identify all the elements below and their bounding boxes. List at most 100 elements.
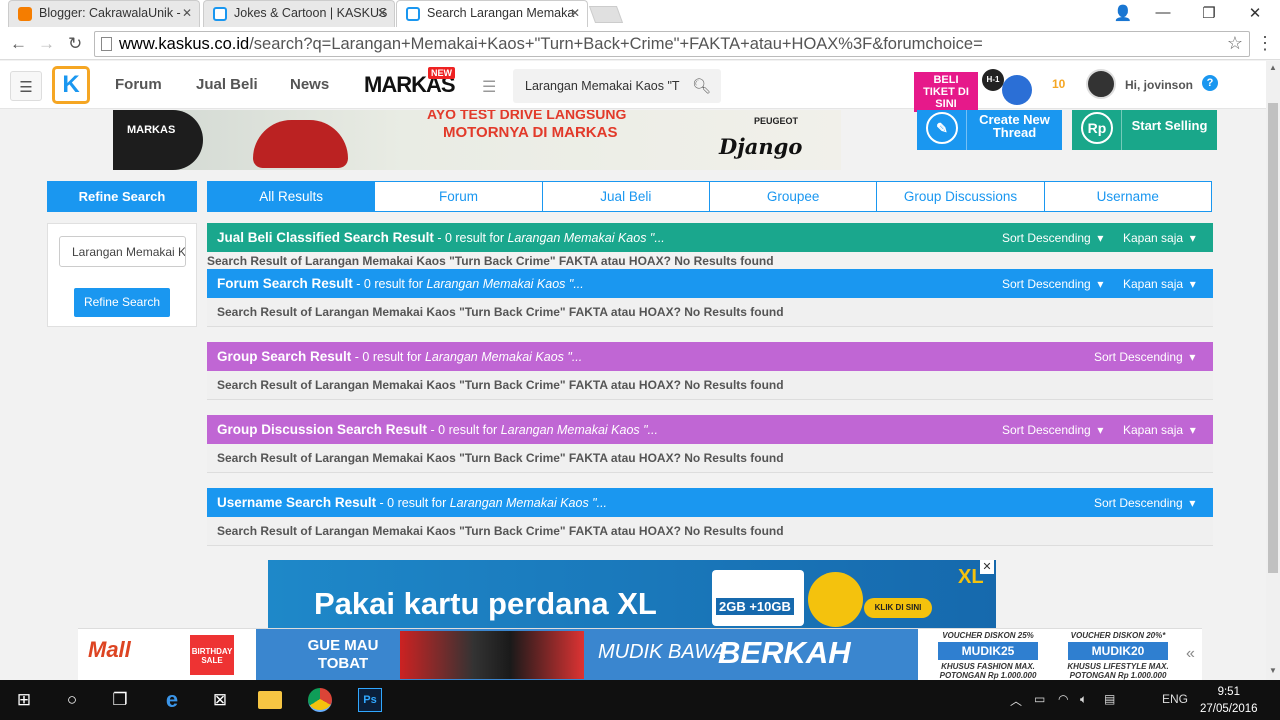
menu-lines-icon[interactable]: ☰ [482,77,496,97]
ticket-promo[interactable]: BELI TIKET DI SINI H-1 [914,69,1034,112]
file-explorer-icon[interactable] [258,691,282,709]
sort-label: Sort Descending [1002,423,1091,437]
user-greeting[interactable]: Hi, jovinson [1125,78,1193,92]
new-tab-button[interactable] [588,6,624,23]
peugeot-label: PEUGEOT [753,116,798,126]
blogger-icon [18,7,32,21]
bookmark-star-icon[interactable]: ☆ [1227,33,1243,54]
tab-forum[interactable]: Forum [374,182,541,211]
windows-start-icon[interactable]: ⊞ [12,688,36,712]
section-title: Group Search Result [217,349,352,364]
time-dropdown[interactable]: Kapan saja ▾ [1123,277,1196,291]
xl-banner-ad[interactable]: Pakai kartu perdana XL 2GB +10GB KLIK DI… [268,560,996,630]
header-search-input[interactable]: Larangan Memakai Kaos "T 🔍︎ [513,69,721,103]
volume-icon[interactable]: 🔈︎ [1080,692,1087,707]
sort-dropdown[interactable]: Sort Descending ▾ [1002,423,1103,437]
nav-jual-beli[interactable]: Jual Beli [196,76,258,93]
hamburger-menu-icon[interactable]: ☰ [10,71,42,101]
banner-line-2: MOTORNYA DI MARKAS [443,124,618,141]
close-tab-icon[interactable]: ✕ [182,6,192,20]
jual-beli-result-message: Search Result of Larangan Memakai Kaos "… [207,254,774,268]
create-thread-button[interactable]: ✎ Create New Thread [917,110,1062,150]
notifications-icon[interactable]: ▤ [1104,692,1115,706]
address-bar[interactable]: www.kaskus.co.id/search?q=Larangan+Memak… [94,31,1250,57]
close-window-icon[interactable]: ✕ [1232,0,1278,26]
xl-badge-circle [808,572,863,627]
xl-ad-headline: Pakai kartu perdana XL [314,586,657,621]
nav-news[interactable]: News [290,76,329,93]
url-domain: www.kaskus.co.id [119,35,250,53]
rupiah-icon: Rp [1081,112,1113,144]
tray-expand-icon[interactable]: ︿ [1010,692,1022,709]
new-badge: NEW [428,67,455,79]
page-icon [101,37,112,51]
chrome-icon[interactable] [308,688,332,712]
close-tab-icon[interactable]: ✕ [570,6,580,20]
windows-taskbar: ⊞ ○ ❐ e ⊠ Ps ︿ ▭ ◠ 🔈︎ ▤ ENG 9:51 27/05/2… [0,680,1280,720]
search-icon[interactable]: 🔍︎ [692,77,711,95]
wifi-icon[interactable]: ◠ [1058,692,1068,706]
notification-count[interactable]: 10 [1052,77,1065,91]
start-selling-button[interactable]: Rp Start Selling [1072,110,1217,150]
start-selling-label: Start Selling [1131,118,1208,133]
birthday-sale-badge: BIRTHDAY SALE [190,635,234,675]
refine-search-button[interactable]: Refine Search [74,288,170,317]
browser-menu-icon[interactable]: ⋮ [1256,33,1274,54]
store-icon[interactable]: ⊠ [208,688,232,712]
sort-dropdown[interactable]: Sort Descending ▾ [1094,350,1195,364]
tab-all-results[interactable]: All Results [208,182,375,211]
tab-jual-beli[interactable]: Jual Beli [541,182,709,211]
kaskus-icon [406,7,420,21]
markas-banner-ad[interactable]: MARKAS AYO TEST DRIVE LANGSUNG MOTORNYA … [113,110,841,170]
time-dropdown[interactable]: Kapan saja ▾ [1123,231,1196,245]
back-icon[interactable]: ← [10,34,27,54]
voucher-25[interactable]: VOUCHER DISKON 25% MUDIK25 KHUSUS FASHIO… [924,631,1052,680]
time-label: Kapan saja [1123,277,1184,291]
tab-username[interactable]: Username [1043,182,1211,211]
forward-icon[interactable]: → [38,34,55,54]
photoshop-icon[interactable]: Ps [358,688,382,712]
scroll-up-icon[interactable]: ▲ [1269,63,1277,72]
scrollbar-thumb[interactable] [1268,103,1278,573]
matahari-mall-ad[interactable]: Mall BIRTHDAY SALE GUE MAU TOBAT MUDIK B… [78,628,1202,680]
browser-tab-blogger[interactable]: Blogger: CakrawalaUnik - · ✕ [8,0,200,27]
sort-dropdown[interactable]: Sort Descending ▾ [1094,496,1195,510]
avatar[interactable] [1086,69,1116,99]
language-indicator[interactable]: ENG [1162,692,1188,706]
reload-icon[interactable]: ↻ [68,34,82,54]
caret-down-icon: ▾ [1097,231,1104,245]
sort-dropdown[interactable]: Sort Descending ▾ [1002,277,1103,291]
clock[interactable]: 9:51 27/05/2016 [1200,684,1258,718]
close-ad-icon[interactable]: ✕ [980,560,994,574]
time-dropdown[interactable]: Kapan saja ▾ [1123,423,1196,437]
caret-down-icon: ▾ [1189,277,1196,291]
edge-icon[interactable]: e [160,688,184,712]
task-view-icon[interactable]: ❐ [108,688,132,712]
browser-tab-search[interactable]: Search Larangan Memaka ✕ [396,0,588,27]
search-icon[interactable]: ○ [60,688,84,712]
sort-dropdown[interactable]: Sort Descending ▾ [1002,231,1103,245]
tab-groupee[interactable]: Groupee [708,182,876,211]
nav-forum[interactable]: Forum [115,76,162,93]
xl-click-button[interactable]: KLIK DI SINI [864,598,932,618]
close-tab-icon[interactable]: ✕ [377,6,387,20]
kaskus-icon [213,7,227,21]
help-icon[interactable]: ? [1202,75,1218,91]
tab-group-discussions[interactable]: Group Discussions [876,182,1043,211]
refine-search-input[interactable]: Larangan Memakai Kaos [59,236,186,267]
section-title: Jual Beli Classified Search Result [217,230,434,245]
time-label: Kapan saja [1123,423,1184,437]
scroll-down-icon[interactable]: ▼ [1269,666,1277,675]
browser-tab-jokes[interactable]: Jokes & Cartoon | KASKUS ✕ [203,0,395,27]
restore-icon[interactable]: ❐ [1186,0,1232,26]
browser-tab-bar: Blogger: CakrawalaUnik - · ✕ Jokes & Car… [0,0,1280,28]
battery-icon[interactable]: ▭ [1034,692,1045,706]
search-value: Larangan Memakai Kaos "T [525,79,680,93]
result-query: Larangan Memakai Kaos "... [449,496,608,510]
mall-logo-area: Mall BIRTHDAY SALE [78,629,256,680]
minimize-icon[interactable]: — [1140,0,1186,26]
voucher-20[interactable]: VOUCHER DISKON 20%* MUDIK20 KHUSUS LIFES… [1054,631,1182,680]
kaskus-logo[interactable]: K [52,66,90,104]
collapse-ad-icon[interactable]: « [1186,645,1195,663]
page-scrollbar[interactable]: ▲ ▼ [1266,61,1280,680]
